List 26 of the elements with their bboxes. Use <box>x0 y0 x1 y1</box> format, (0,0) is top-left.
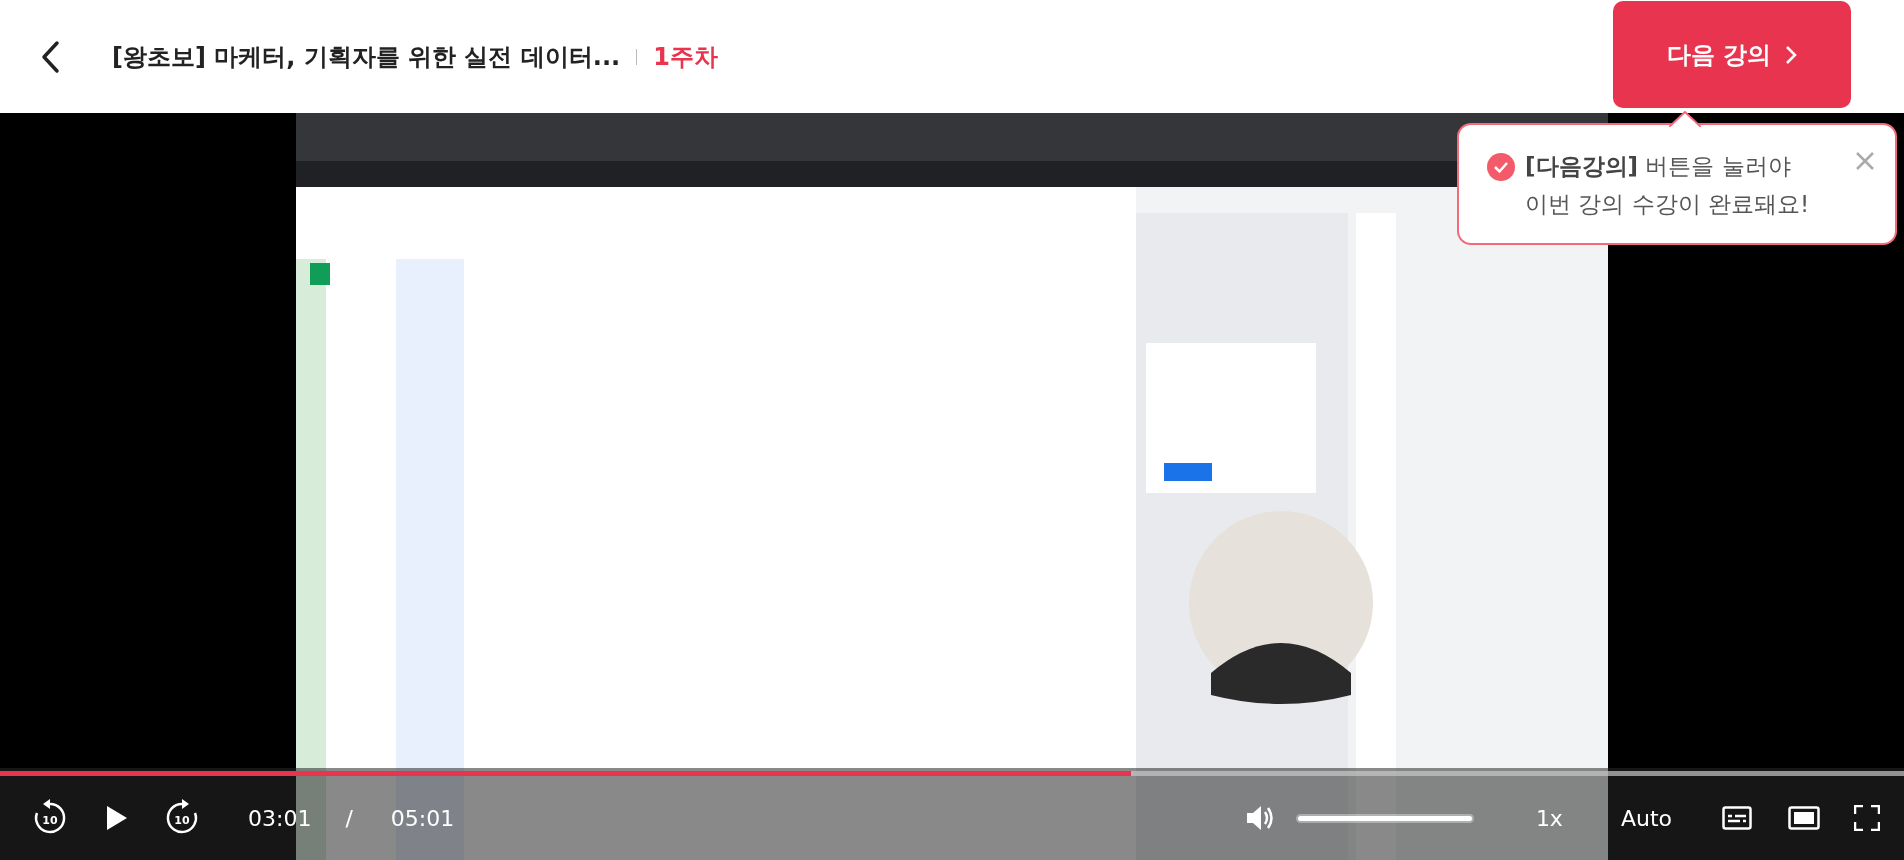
back-button[interactable] <box>40 39 60 74</box>
time-separator: / <box>345 805 353 831</box>
tooltip-message: [다음강의] 버튼을 눌러야 이번 강의 수강이 완료돼요! <box>1525 152 1811 219</box>
chevron-right-icon <box>1785 44 1798 65</box>
check-icon <box>1487 153 1515 181</box>
speed-button[interactable]: 1x <box>1535 805 1563 831</box>
speaker-icon <box>1245 805 1274 831</box>
play-button[interactable] <box>106 805 128 831</box>
theater-icon <box>1788 806 1820 830</box>
forward-button[interactable]: 10 <box>162 798 202 838</box>
week-label: 1주차 <box>653 41 718 73</box>
course-title: [왕초보] 마케터, 기획자를 위한 실전 데이터... <box>112 41 621 73</box>
next-lecture-button[interactable]: 다음 강의 <box>1613 1 1851 108</box>
quality-button[interactable]: Auto <box>1620 805 1672 831</box>
fullscreen-icon <box>1854 805 1880 831</box>
play-icon <box>106 805 128 831</box>
close-icon <box>1855 151 1875 171</box>
current-time: 03:01 <box>248 805 312 831</box>
subtitles-icon <box>1722 806 1752 830</box>
volume-button[interactable] <box>1245 805 1274 831</box>
fullscreen-button[interactable] <box>1854 805 1880 831</box>
rewind-button[interactable]: 10 <box>30 798 70 838</box>
back-icon <box>40 39 60 74</box>
subtitles-button[interactable] <box>1722 806 1752 830</box>
theater-mode-button[interactable] <box>1788 806 1820 830</box>
duration: 05:01 <box>390 805 455 831</box>
